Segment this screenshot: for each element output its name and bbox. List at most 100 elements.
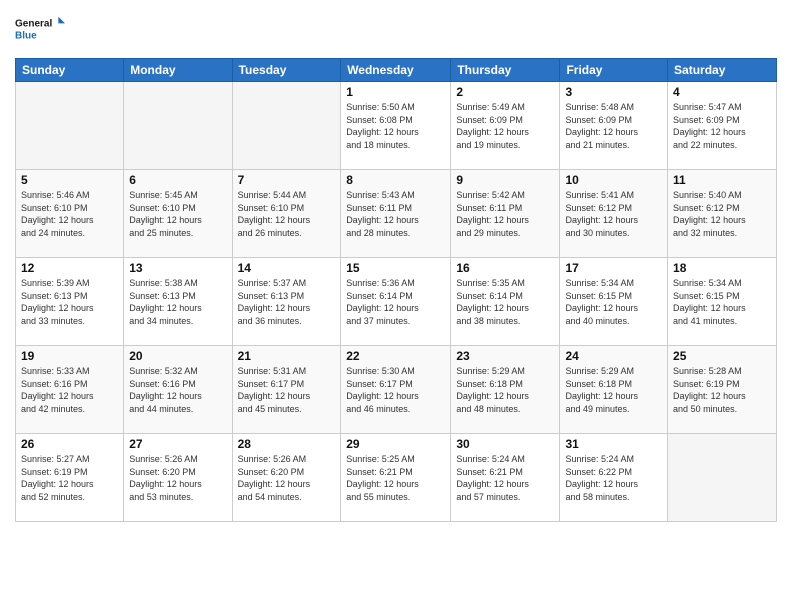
svg-text:General: General (15, 19, 52, 30)
day-number: 23 (456, 349, 554, 363)
day-info: Sunrise: 5:25 AM Sunset: 6:21 PM Dayligh… (346, 453, 445, 503)
weekday-header-wednesday: Wednesday (341, 59, 451, 82)
day-number: 25 (673, 349, 771, 363)
calendar-cell: 24 Sunrise: 5:29 AM Sunset: 6:18 PM Dayli… (560, 346, 668, 434)
calendar-cell: 15 Sunrise: 5:36 AM Sunset: 6:14 PM Dayli… (341, 258, 451, 346)
day-info: Sunrise: 5:29 AM Sunset: 6:18 PM Dayligh… (456, 365, 554, 415)
calendar-cell: 29 Sunrise: 5:25 AM Sunset: 6:21 PM Dayli… (341, 434, 451, 522)
day-number: 30 (456, 437, 554, 451)
calendar-cell: 1Sunrise: 5:50 AM Sunset: 6:08 PM Daylig… (341, 82, 451, 170)
day-number: 7 (238, 173, 336, 187)
logo: General Blue (15, 10, 65, 50)
calendar-cell: 27 Sunrise: 5:26 AM Sunset: 6:20 PM Dayli… (124, 434, 232, 522)
calendar-cell: 16Sunrise: 5:35 AM Sunset: 6:14 PM Dayli… (451, 258, 560, 346)
day-info: Sunrise: 5:24 AM Sunset: 6:22 PM Dayligh… (565, 453, 662, 503)
day-info: Sunrise: 5:45 AM Sunset: 6:10 PM Dayligh… (129, 189, 226, 239)
day-number: 29 (346, 437, 445, 451)
day-number: 9 (456, 173, 554, 187)
week-row-4: 19Sunrise: 5:33 AM Sunset: 6:16 PM Dayli… (16, 346, 777, 434)
calendar-cell (232, 82, 341, 170)
calendar-cell: 10 Sunrise: 5:41 AM Sunset: 6:12 PM Dayli… (560, 170, 668, 258)
calendar-cell: 21 Sunrise: 5:31 AM Sunset: 6:17 PM Dayli… (232, 346, 341, 434)
logo-svg: General Blue (15, 10, 65, 50)
day-number: 11 (673, 173, 771, 187)
day-number: 14 (238, 261, 336, 275)
day-info: Sunrise: 5:36 AM Sunset: 6:14 PM Dayligh… (346, 277, 445, 327)
week-row-1: 1Sunrise: 5:50 AM Sunset: 6:08 PM Daylig… (16, 82, 777, 170)
header: General Blue (15, 10, 777, 50)
calendar-cell: 18Sunrise: 5:34 AM Sunset: 6:15 PM Dayli… (668, 258, 777, 346)
weekday-header-saturday: Saturday (668, 59, 777, 82)
week-row-3: 12 Sunrise: 5:39 AM Sunset: 6:13 PM Dayli… (16, 258, 777, 346)
day-number: 20 (129, 349, 226, 363)
day-info: Sunrise: 5:47 AM Sunset: 6:09 PM Dayligh… (673, 101, 771, 151)
day-number: 27 (129, 437, 226, 451)
weekday-header-friday: Friday (560, 59, 668, 82)
day-info: Sunrise: 5:39 AM Sunset: 6:13 PM Dayligh… (21, 277, 118, 327)
day-info: Sunrise: 5:31 AM Sunset: 6:17 PM Dayligh… (238, 365, 336, 415)
calendar-cell: 7 Sunrise: 5:44 AM Sunset: 6:10 PM Daylig… (232, 170, 341, 258)
calendar-cell: 22 Sunrise: 5:30 AM Sunset: 6:17 PM Dayli… (341, 346, 451, 434)
day-info: Sunrise: 5:24 AM Sunset: 6:21 PM Dayligh… (456, 453, 554, 503)
week-row-5: 26 Sunrise: 5:27 AM Sunset: 6:19 PM Dayli… (16, 434, 777, 522)
calendar-cell: 2Sunrise: 5:49 AM Sunset: 6:09 PM Daylig… (451, 82, 560, 170)
weekday-header-row: SundayMondayTuesdayWednesdayThursdayFrid… (16, 59, 777, 82)
calendar-cell: 12 Sunrise: 5:39 AM Sunset: 6:13 PM Dayli… (16, 258, 124, 346)
day-info: Sunrise: 5:44 AM Sunset: 6:10 PM Dayligh… (238, 189, 336, 239)
day-info: Sunrise: 5:37 AM Sunset: 6:13 PM Dayligh… (238, 277, 336, 327)
day-number: 31 (565, 437, 662, 451)
day-number: 28 (238, 437, 336, 451)
day-number: 26 (21, 437, 118, 451)
calendar-cell: 6Sunrise: 5:45 AM Sunset: 6:10 PM Daylig… (124, 170, 232, 258)
day-number: 13 (129, 261, 226, 275)
day-info: Sunrise: 5:38 AM Sunset: 6:13 PM Dayligh… (129, 277, 226, 327)
calendar-cell: 23 Sunrise: 5:29 AM Sunset: 6:18 PM Dayli… (451, 346, 560, 434)
calendar-cell (124, 82, 232, 170)
calendar-cell: 14 Sunrise: 5:37 AM Sunset: 6:13 PM Dayli… (232, 258, 341, 346)
day-info: Sunrise: 5:26 AM Sunset: 6:20 PM Dayligh… (129, 453, 226, 503)
day-number: 19 (21, 349, 118, 363)
calendar-cell: 25 Sunrise: 5:28 AM Sunset: 6:19 PM Dayli… (668, 346, 777, 434)
day-info: Sunrise: 5:27 AM Sunset: 6:19 PM Dayligh… (21, 453, 118, 503)
day-number: 12 (21, 261, 118, 275)
day-info: Sunrise: 5:34 AM Sunset: 6:15 PM Dayligh… (565, 277, 662, 327)
day-number: 10 (565, 173, 662, 187)
page: General Blue SundayMondayTuesdayWednesda… (0, 0, 792, 612)
day-info: Sunrise: 5:41 AM Sunset: 6:12 PM Dayligh… (565, 189, 662, 239)
calendar-cell: 30 Sunrise: 5:24 AM Sunset: 6:21 PM Dayli… (451, 434, 560, 522)
calendar-cell: 11 Sunrise: 5:40 AM Sunset: 6:12 PM Dayli… (668, 170, 777, 258)
day-info: Sunrise: 5:49 AM Sunset: 6:09 PM Dayligh… (456, 101, 554, 151)
day-info: Sunrise: 5:28 AM Sunset: 6:19 PM Dayligh… (673, 365, 771, 415)
week-row-2: 5Sunrise: 5:46 AM Sunset: 6:10 PM Daylig… (16, 170, 777, 258)
day-info: Sunrise: 5:42 AM Sunset: 6:11 PM Dayligh… (456, 189, 554, 239)
calendar-cell: 26 Sunrise: 5:27 AM Sunset: 6:19 PM Dayli… (16, 434, 124, 522)
day-info: Sunrise: 5:26 AM Sunset: 6:20 PM Dayligh… (238, 453, 336, 503)
day-info: Sunrise: 5:40 AM Sunset: 6:12 PM Dayligh… (673, 189, 771, 239)
weekday-header-monday: Monday (124, 59, 232, 82)
day-info: Sunrise: 5:35 AM Sunset: 6:14 PM Dayligh… (456, 277, 554, 327)
calendar-cell: 4Sunrise: 5:47 AM Sunset: 6:09 PM Daylig… (668, 82, 777, 170)
calendar-cell (16, 82, 124, 170)
day-info: Sunrise: 5:30 AM Sunset: 6:17 PM Dayligh… (346, 365, 445, 415)
day-info: Sunrise: 5:43 AM Sunset: 6:11 PM Dayligh… (346, 189, 445, 239)
calendar-cell: 20Sunrise: 5:32 AM Sunset: 6:16 PM Dayli… (124, 346, 232, 434)
calendar: SundayMondayTuesdayWednesdayThursdayFrid… (15, 58, 777, 522)
day-info: Sunrise: 5:29 AM Sunset: 6:18 PM Dayligh… (565, 365, 662, 415)
day-number: 24 (565, 349, 662, 363)
weekday-header-sunday: Sunday (16, 59, 124, 82)
calendar-cell (668, 434, 777, 522)
weekday-header-tuesday: Tuesday (232, 59, 341, 82)
day-number: 21 (238, 349, 336, 363)
calendar-cell: 17Sunrise: 5:34 AM Sunset: 6:15 PM Dayli… (560, 258, 668, 346)
day-number: 15 (346, 261, 445, 275)
day-number: 1 (346, 85, 445, 99)
calendar-cell: 8 Sunrise: 5:43 AM Sunset: 6:11 PM Daylig… (341, 170, 451, 258)
svg-text:Blue: Blue (15, 30, 37, 41)
calendar-cell: 19Sunrise: 5:33 AM Sunset: 6:16 PM Dayli… (16, 346, 124, 434)
day-number: 18 (673, 261, 771, 275)
day-number: 8 (346, 173, 445, 187)
day-number: 22 (346, 349, 445, 363)
calendar-cell: 5Sunrise: 5:46 AM Sunset: 6:10 PM Daylig… (16, 170, 124, 258)
calendar-cell: 13 Sunrise: 5:38 AM Sunset: 6:13 PM Dayli… (124, 258, 232, 346)
day-number: 3 (565, 85, 662, 99)
